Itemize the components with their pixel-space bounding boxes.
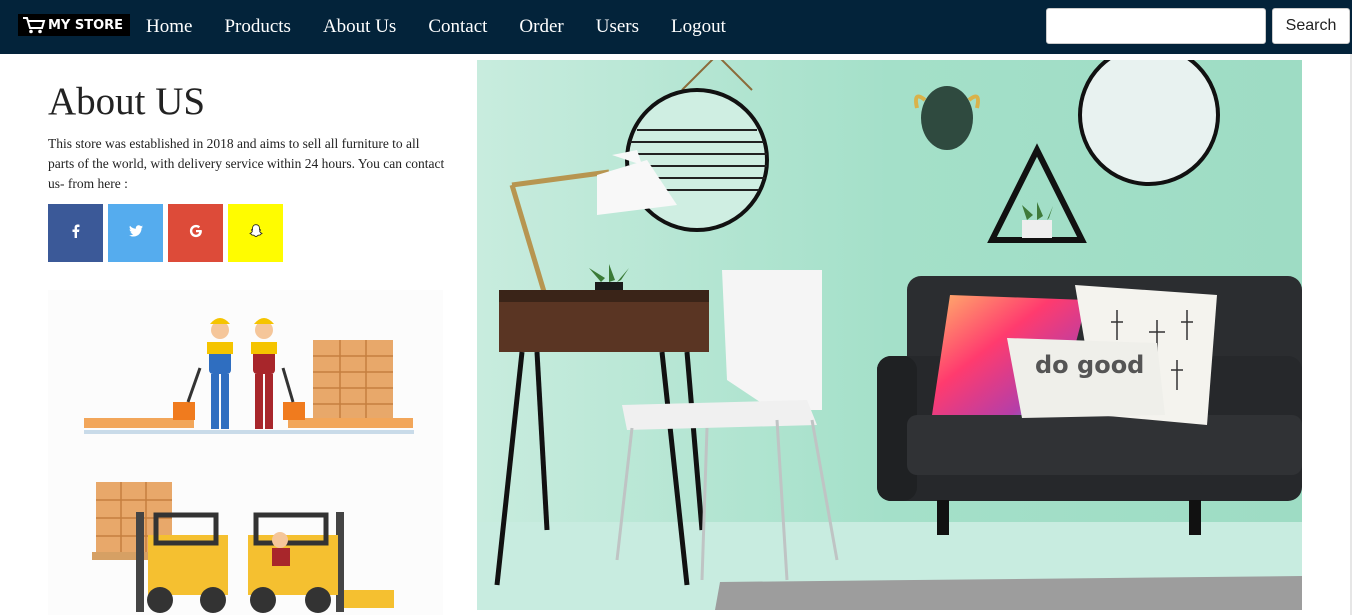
nav-users[interactable]: Users xyxy=(580,16,655,38)
nav-products[interactable]: Products xyxy=(208,16,307,38)
nav-contact[interactable]: Contact xyxy=(412,16,503,38)
brand-name: MY STORE xyxy=(48,17,124,33)
search-input[interactable] xyxy=(1046,8,1266,44)
twitter-button[interactable] xyxy=(108,204,163,262)
snapchat-button[interactable] xyxy=(228,204,283,262)
nav-logout[interactable]: Logout xyxy=(655,16,742,38)
nav-order[interactable]: Order xyxy=(503,16,579,38)
nav-links: Home Products About Us Contact Order Use… xyxy=(130,0,742,54)
google-icon xyxy=(189,224,203,242)
nav-about-us[interactable]: About Us xyxy=(307,16,412,38)
about-section: About US This store was established in 2… xyxy=(48,60,448,262)
google-button[interactable] xyxy=(168,204,223,262)
page-title: About US xyxy=(48,80,206,123)
snapchat-icon xyxy=(248,224,263,242)
social-links xyxy=(48,204,448,262)
furniture-showroom-image: do good xyxy=(477,60,1302,610)
facebook-icon xyxy=(72,224,80,242)
warehouse-workers-image xyxy=(48,290,443,615)
cart-icon xyxy=(20,15,48,35)
store-logo[interactable]: MY STORE xyxy=(18,14,130,36)
about-description: This store was established in 2018 and a… xyxy=(48,136,445,191)
pillow-text: do good xyxy=(1035,351,1144,379)
facebook-button[interactable] xyxy=(48,204,103,262)
navbar: MY STORE Home Products About Us Contact … xyxy=(0,0,1352,54)
search-button[interactable]: Search xyxy=(1272,8,1350,44)
nav-home[interactable]: Home xyxy=(130,16,208,38)
twitter-icon xyxy=(128,225,143,241)
